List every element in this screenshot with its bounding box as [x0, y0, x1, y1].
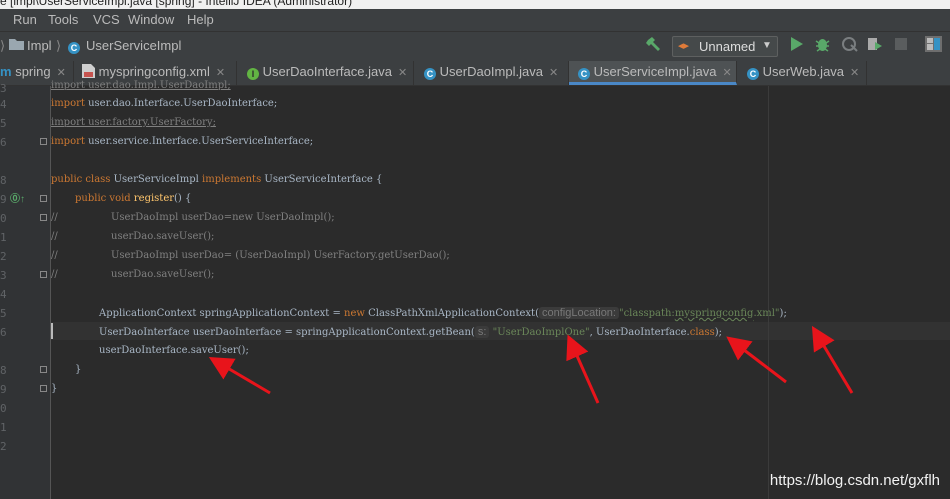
red-arrow-1	[208, 356, 271, 395]
red-arrow-4	[811, 325, 854, 394]
annotation-arrows	[208, 325, 854, 404]
red-arrow-3	[726, 336, 787, 384]
red-arrow-2	[566, 334, 600, 404]
